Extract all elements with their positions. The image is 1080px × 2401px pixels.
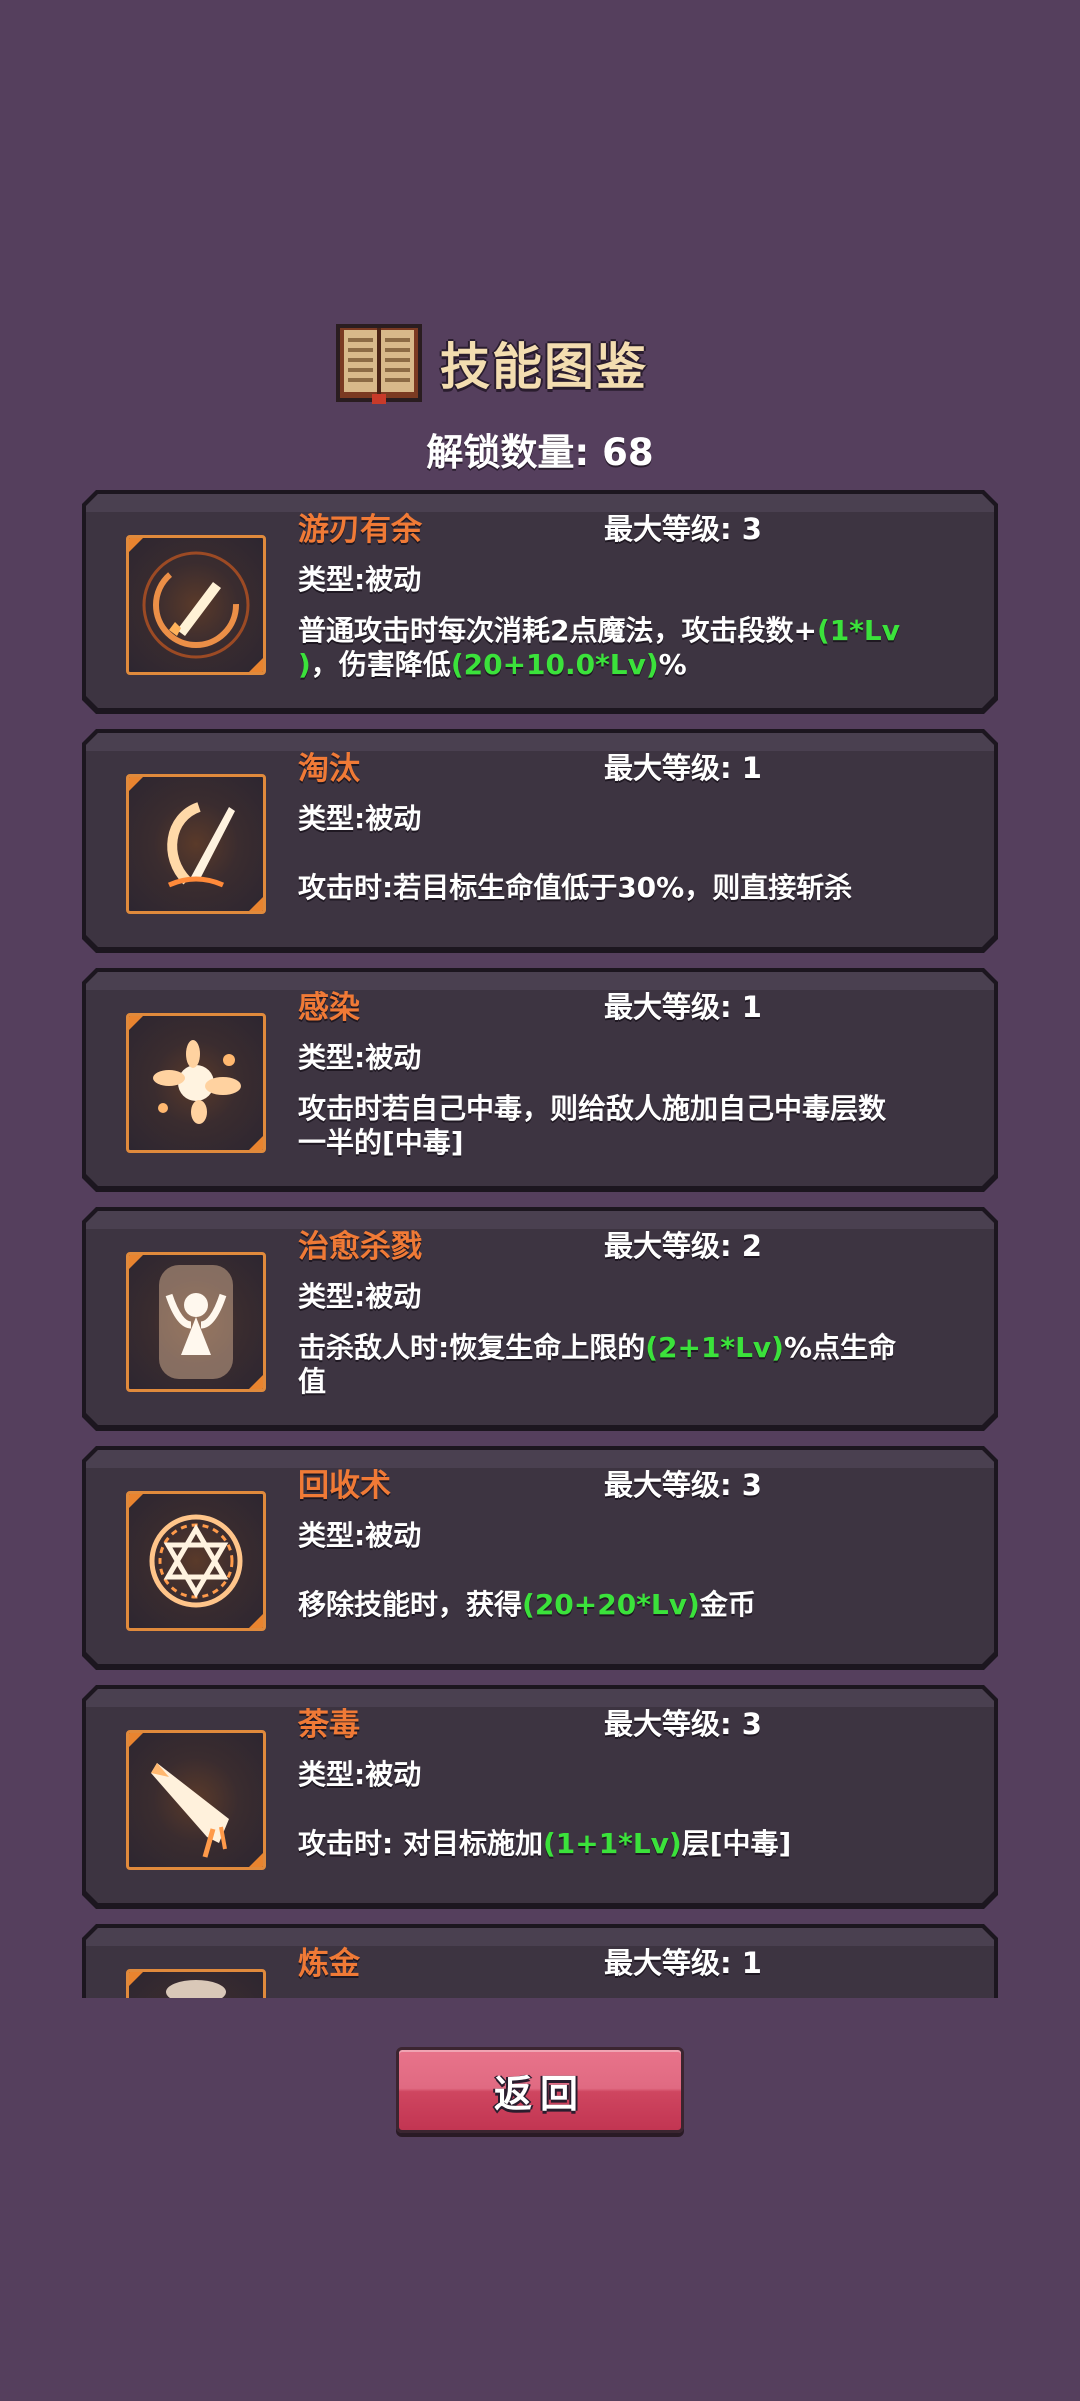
skill-name: 淘汰 [298,751,360,787]
skill-type: 类型:被动 [298,1280,422,1313]
book-icon [336,324,422,404]
max-level: 最大等级: 3 [604,1468,762,1502]
skill-name: 炼金 [298,1946,360,1982]
skill-icon [126,535,266,675]
max-level: 最大等级: 2 [604,1229,762,1263]
skill-type: 类型:被动 [298,802,422,835]
skill-name: 感染 [298,990,360,1026]
skill-card[interactable]: 荼毒 最大等级: 3 类型:被动 攻击时: 对目标施加(1+1*Lv)层[中毒] [82,1685,998,1909]
skill-icon [126,774,266,914]
sword-swirl-icon [142,551,250,659]
skill-list[interactable]: 游刃有余 最大等级: 3 类型:被动 普通攻击时每次消耗2点魔法，攻击段数+(1… [82,490,998,1998]
skill-description: 攻击时:若目标生命值低于30%，则直接斩杀 [298,871,853,904]
skill-description: 攻击时: 对目标施加(1+1*Lv)层[中毒] [298,1827,792,1860]
back-button[interactable]: 返回 [396,2047,684,2133]
skill-card[interactable]: 炼金 最大等级: 1 [82,1924,998,1998]
skill-description: 攻击时若自己中毒，则给敌人施加自己中毒层数 一半的[中毒] [298,1092,887,1159]
skill-name: 游刃有余 [298,512,422,548]
poison-blade-icon [151,1763,229,1858]
skill-icon [126,1730,266,1870]
skill-card[interactable]: 淘汰 最大等级: 1 类型:被动 攻击时:若目标生命值低于30%，则直接斩杀 [82,729,998,953]
poison-splash-icon [153,1040,241,1124]
skill-type: 类型:被动 [298,563,422,596]
skill-name: 治愈杀戮 [298,1229,422,1265]
page-title: 技能图鉴 [440,338,648,396]
skill-card[interactable]: 回收术 最大等级: 3 类型:被动 移除技能时，获得(20+20*Lv)金币 [82,1446,998,1670]
execute-slash-icon [167,802,235,888]
skill-card[interactable]: 游刃有余 最大等级: 3 类型:被动 普通攻击时每次消耗2点魔法，攻击段数+(1… [82,490,998,714]
skill-description: 普通攻击时每次消耗2点魔法，攻击段数+(1*Lv )，伤害降低(20+10.0*… [298,614,900,681]
skill-icon [126,1491,266,1631]
hexagram-circle-icon [149,1514,243,1608]
skill-icon [126,1252,266,1392]
skill-description: 移除技能时，获得(20+20*Lv)金币 [298,1588,756,1621]
max-level: 最大等级: 1 [604,1946,762,1980]
max-level: 最大等级: 1 [604,990,762,1024]
max-level: 最大等级: 3 [604,1707,762,1741]
skill-card[interactable]: 感染 最大等级: 1 类型:被动 攻击时若自己中毒，则给敌人施加自己中毒层数 一… [82,968,998,1192]
healing-figure-icon [159,1265,233,1379]
skill-icon [126,1969,266,1998]
skill-name: 回收术 [298,1468,391,1504]
max-level: 最大等级: 3 [604,512,762,546]
back-button-label: 返回 [493,2071,586,2116]
alchemy-icon [166,1980,226,1998]
page-header: 技能图鉴 [334,318,648,408]
skill-icon [126,1013,266,1153]
skill-type: 类型:被动 [298,1519,422,1552]
skill-name: 荼毒 [298,1707,360,1743]
skill-card[interactable]: 治愈杀戮 最大等级: 2 类型:被动 击杀敌人时:恢复生命上限的(2+1*Lv)… [82,1207,998,1431]
skill-type: 类型:被动 [298,1041,422,1074]
skill-type: 类型:被动 [298,1758,422,1791]
skill-description: 击杀敌人时:恢复生命上限的(2+1*Lv)%点生命 值 [298,1331,897,1398]
unlock-count: 解锁数量: 68 [426,431,654,474]
max-level: 最大等级: 1 [604,751,762,785]
